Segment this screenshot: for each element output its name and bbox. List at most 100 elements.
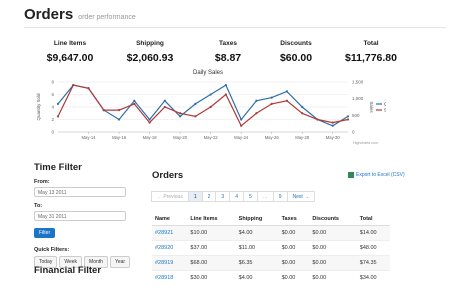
cell-total: $48.00 [356,240,390,256]
data-point-quantity [133,99,136,102]
order-link[interactable]: #28918 [155,275,173,281]
export-csv-link[interactable]: Export to Excel (CSV) [348,172,405,178]
orders-table: Name Line Items Shipping Taxes Discounts… [152,213,390,285]
data-point-sales [117,109,121,112]
table-row: #28920 $37.00 $11.00 $0.00 $0.00 $48.00 [152,240,390,256]
data-point-sales [285,99,289,102]
cell-line-items: $68.00 [187,255,236,271]
data-point-quantity [270,96,273,99]
cell-line-items: $30.00 [187,270,236,285]
y-right-tick-label: 1,500 [352,80,364,85]
data-point-sales [179,112,182,115]
data-point-sales [102,109,105,112]
kpi-value: $11,776.80 [345,52,397,64]
cell-total: $34.00 [356,270,390,285]
page-subtitle: order performance [78,14,136,21]
kpi-value: $2,060.93 [126,52,174,64]
data-point-quantity [331,124,334,127]
data-point-quantity [301,105,304,109]
column-header-discounts[interactable]: Discounts [309,213,357,226]
data-point-sales [163,105,166,109]
to-label: To: [34,203,43,209]
kpi-summary: Line Items $9,647.00 Shipping $2,060.93 … [24,40,446,70]
page-9[interactable]: 9 [272,191,288,202]
from-label: From: [34,179,50,185]
cell-name: #28918 [152,270,188,285]
export-csv-label: Export to Excel (CSV) [356,172,405,178]
column-header-total[interactable]: Total [356,213,390,226]
data-point-quantity [194,102,197,105]
orders-section-title: Orders [152,170,184,181]
data-point-sales [72,84,75,87]
x-tick-label: May-22 [204,135,219,140]
order-link[interactable]: #28919 [155,260,173,266]
data-point-quantity [148,118,151,121]
data-point-quantity [117,118,121,121]
column-header-name[interactable]: Name [152,213,188,226]
page-next[interactable]: Next → [286,191,316,202]
cell-discounts: $0.00 [309,255,357,271]
data-point-sales [133,102,136,105]
order-link[interactable]: #28920 [155,245,173,251]
cell-total: $14.00 [356,225,390,241]
cell-name: #28919 [152,255,188,271]
quick-filter-year-button[interactable]: Year [109,256,131,268]
order-link[interactable]: #28921 [155,230,173,236]
kpi-shipping: Shipping $2,060.93 [110,40,190,64]
cell-taxes: $0.00 [278,225,310,241]
from-date-input[interactable]: May 13 2011 [34,187,126,197]
header-divider [24,27,446,28]
time-filter-title: Time Filter [34,162,82,173]
page-1[interactable]: 1 [187,191,203,202]
y-right-tick-label: 1,000 [352,96,364,101]
kpi-value: $60.00 [279,52,313,64]
page-4[interactable]: 4 [229,191,244,202]
cell-total: $74.35 [356,255,390,271]
cell-taxes: $0.00 [278,255,310,271]
table-row: #28919 $68.00 $6.35 $0.00 $0.00 $74.35 [152,255,390,271]
y-left-tick-label: 2 [51,117,54,122]
y-left-tick-label: 0 [51,130,54,135]
x-tick-label: May-14 [82,135,97,140]
page-title: Orders [24,6,74,23]
legend-label: Quantity [384,102,386,107]
column-header-shipping[interactable]: Shipping [235,213,279,226]
data-point-sales [301,112,304,115]
x-tick-label: May-18 [143,135,158,140]
page-3[interactable]: 3 [215,191,231,202]
data-point-sales [148,121,151,124]
kpi-label: Discounts [280,40,312,47]
page-5[interactable]: 5 [242,191,258,202]
data-point-quantity [346,115,350,118]
data-point-sales [240,124,243,127]
page-previous[interactable]: ← Previous [151,191,189,202]
page-2[interactable]: 2 [201,191,217,202]
column-header-line-items[interactable]: Line Items [187,213,236,226]
x-tick-label: May-20 [173,135,188,140]
x-tick-label: May-16 [112,135,127,140]
y-left-tick-label: 6 [51,92,54,97]
y-right-tick-label: 0 [352,130,355,135]
y-right-axis-label: Sales [369,101,374,113]
excel-icon [348,172,354,178]
cell-taxes: $0.00 [278,270,310,285]
time-filter-panel: Time Filter From: May 13 2011 To: May 31… [34,162,134,268]
kpi-total: Total $11,776.80 [331,40,411,64]
data-point-sales [87,87,90,90]
data-point-quantity [255,99,258,102]
cell-shipping: $4.00 [235,225,279,241]
filter-button[interactable]: Filter [34,228,56,238]
financial-filter-title: Financial Filter [34,265,102,276]
kpi-label: Line Items [53,40,87,47]
column-header-taxes[interactable]: Taxes [278,213,310,226]
chart-title: Daily Sales [192,70,223,76]
to-date-input[interactable]: May 31 2011 [34,211,126,221]
data-point-sales [270,102,273,105]
daily-sales-chart: Daily Sales 8 6 4 2 0 1,500 1,000 500 0 Quantity … [30,70,402,150]
data-point-sales [194,115,197,118]
cell-name: #28921 [152,225,188,241]
data-point-quantity [209,93,212,96]
chart-canvas: 8 6 4 2 0 1,500 1,000 500 0 Quantity Sold Sales May… [36,80,402,146]
data-point-quantity [285,90,289,93]
data-point-quantity [56,102,60,105]
